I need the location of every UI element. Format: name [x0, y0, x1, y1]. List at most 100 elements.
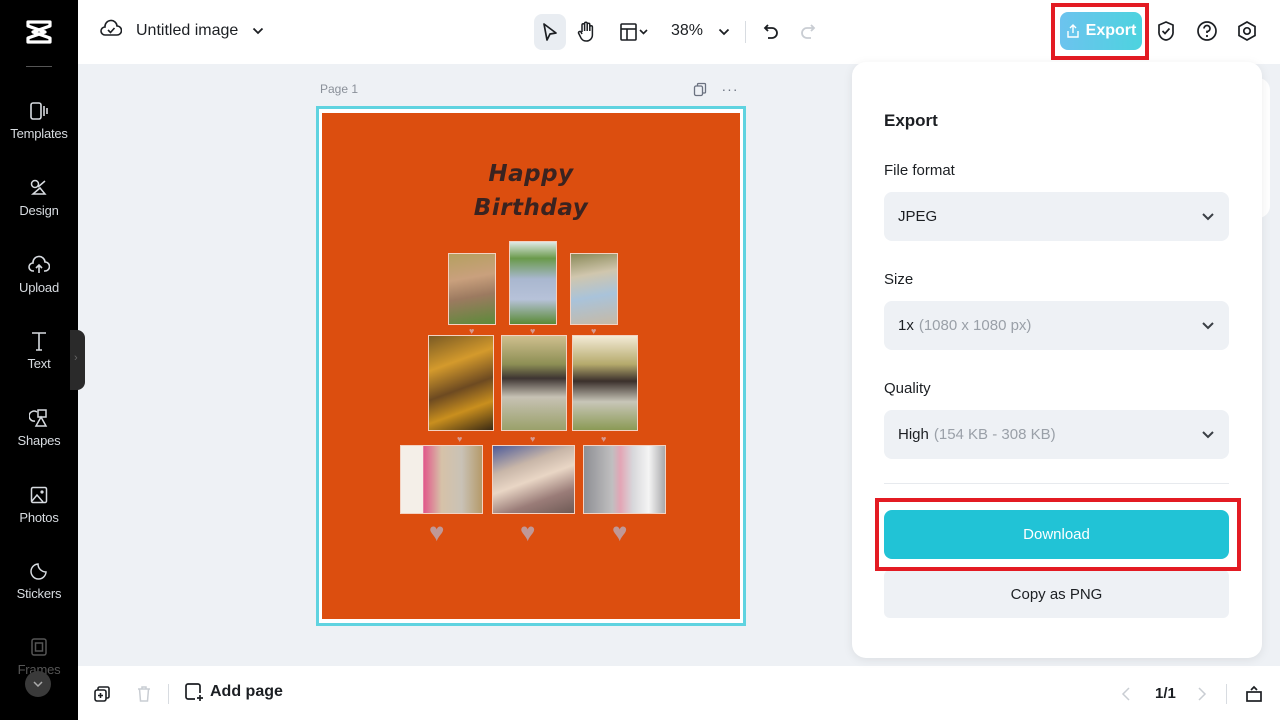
photo-girl-sunflowers[interactable]	[428, 335, 494, 431]
bottom-toolbar: Add page 1/1	[78, 666, 1280, 720]
duplicate-page-icon[interactable]	[692, 81, 708, 97]
cloud-sync-icon[interactable]	[100, 18, 123, 43]
photo-girl-camera-field[interactable]	[509, 241, 557, 325]
capcut-logo-icon[interactable]	[0, 12, 78, 52]
heart-icon: ♥	[612, 517, 628, 547]
size-label: Size	[884, 271, 914, 288]
sidebar-item-upload[interactable]: Upload	[0, 254, 78, 295]
photo-girl-icecream[interactable]	[570, 253, 618, 325]
duplicate-page-icon	[94, 686, 110, 702]
small-heart-icon: ♥	[457, 434, 463, 444]
birthday-design-page[interactable]: Happy Birthday ♥ ♥ ♥ ♥ ♥ ♥ ♥ ♥ ♥	[322, 113, 740, 619]
heart-icon: ♥	[429, 517, 445, 547]
sidebar-divider	[26, 66, 52, 67]
page-panel-toggle-button[interactable]	[1244, 684, 1264, 704]
chevron-down-icon	[718, 28, 730, 36]
sidebar-scroll-down-button[interactable]	[25, 671, 51, 697]
sidebar: Templates Design Upload Text Shapes Phot…	[0, 0, 78, 720]
add-page-button[interactable]: Add page	[184, 682, 283, 702]
help-button[interactable]	[1195, 19, 1219, 43]
photos-icon	[28, 484, 50, 506]
delete-page-button[interactable]	[134, 684, 154, 704]
redo-button[interactable]	[792, 14, 824, 50]
headline-line-2: Birthday	[473, 195, 589, 221]
heart-icon: ♥	[520, 517, 536, 547]
export-panel-divider	[884, 483, 1229, 484]
expand-panel-icon	[1246, 685, 1262, 702]
settings-button[interactable]	[1235, 19, 1259, 43]
shapes-icon	[28, 407, 50, 429]
hand-icon	[577, 21, 594, 42]
sidebar-item-photos[interactable]: Photos	[0, 484, 78, 525]
sidebar-item-shapes[interactable]: Shapes	[0, 407, 78, 448]
zoom-level[interactable]: 38%	[671, 22, 703, 40]
photo-boy-hat-camera[interactable]	[501, 335, 567, 431]
export-button[interactable]: Export	[1060, 12, 1142, 50]
bottombar-divider	[1226, 684, 1227, 704]
zoom-dropdown-button[interactable]	[708, 14, 740, 50]
duplicate-page-button[interactable]	[92, 684, 112, 704]
file-format-value: JPEG	[898, 208, 938, 225]
export-button-label: Export	[1085, 22, 1137, 39]
sidebar-item-label: Design	[19, 203, 59, 218]
headline-line-1: Happy	[488, 161, 574, 187]
templates-icon	[28, 100, 50, 122]
photo-girl-pink-shirt[interactable]	[400, 445, 483, 514]
design-icon	[28, 177, 50, 199]
quality-select[interactable]: High (154 KB - 308 KB)	[884, 410, 1229, 459]
previous-page-button[interactable]	[1116, 684, 1136, 704]
sidebar-item-text[interactable]: Text	[0, 330, 78, 371]
sidebar-item-label: Shapes	[17, 433, 61, 448]
export-panel-title: Export	[884, 111, 938, 130]
layout-menu-button[interactable]	[614, 14, 654, 50]
download-button[interactable]: Download	[884, 510, 1229, 559]
next-page-button[interactable]	[1192, 684, 1212, 704]
chevron-right-icon	[1198, 687, 1207, 701]
more-options-icon[interactable]: ···	[722, 81, 738, 97]
file-format-label: File format	[884, 162, 955, 179]
chevron-down-icon	[1201, 208, 1215, 225]
chevron-down-icon	[1201, 317, 1215, 334]
page-canvas-frame[interactable]: Happy Birthday ♥ ♥ ♥ ♥ ♥ ♥ ♥ ♥ ♥	[316, 106, 746, 626]
size-detail: (1080 x 1080 px)	[918, 317, 1032, 334]
select-tool-button[interactable]	[534, 14, 566, 50]
sidebar-item-label: Upload	[19, 280, 59, 295]
small-heart-icon: ♥	[601, 434, 607, 444]
shield-check-icon	[1158, 21, 1174, 41]
trash-icon	[138, 686, 150, 702]
photo-girl-clothes-rack[interactable]	[492, 445, 575, 514]
photo-toddler-camera[interactable]	[572, 335, 638, 431]
headline-text[interactable]: Happy Birthday	[322, 157, 740, 225]
file-format-select[interactable]: JPEG	[884, 192, 1229, 241]
sidebar-item-label: Photos	[19, 510, 59, 525]
share-upload-icon	[1066, 24, 1079, 38]
quality-label: Quality	[884, 380, 931, 397]
undo-button[interactable]	[755, 14, 787, 50]
frames-icon	[28, 636, 50, 658]
shield-check-button[interactable]	[1154, 19, 1178, 43]
size-select[interactable]: 1x (1080 x 1080 px)	[884, 301, 1229, 350]
undo-icon	[763, 24, 778, 39]
chevron-down-icon[interactable]	[252, 27, 264, 35]
photo-girl-camera-grass[interactable]	[448, 253, 496, 325]
quality-detail: (154 KB - 308 KB)	[933, 426, 1056, 443]
bottombar-divider	[168, 684, 169, 704]
redo-icon	[801, 24, 816, 39]
copy-as-png-button[interactable]: Copy as PNG	[884, 570, 1229, 618]
sidebar-item-templates[interactable]: Templates	[0, 100, 78, 141]
sidebar-collapse-handle[interactable]: ›	[70, 330, 85, 390]
export-panel: Export File format JPEG Size 1x (1080 x …	[852, 62, 1262, 658]
sidebar-item-design[interactable]: Design	[0, 177, 78, 218]
photo-girl-dresser[interactable]	[583, 445, 666, 514]
small-heart-icon: ♥	[530, 434, 536, 444]
sidebar-item-label: Stickers	[16, 586, 62, 601]
add-page-icon	[185, 683, 203, 701]
sidebar-item-stickers[interactable]: Stickers	[0, 560, 78, 601]
upload-icon	[28, 254, 50, 276]
stickers-icon	[28, 560, 50, 582]
hand-tool-button[interactable]	[570, 14, 602, 50]
document-title[interactable]: Untitled image	[136, 22, 238, 40]
chevron-left-icon	[1121, 687, 1130, 701]
size-value: 1x	[898, 317, 914, 334]
sidebar-item-label: Templates	[10, 126, 68, 141]
